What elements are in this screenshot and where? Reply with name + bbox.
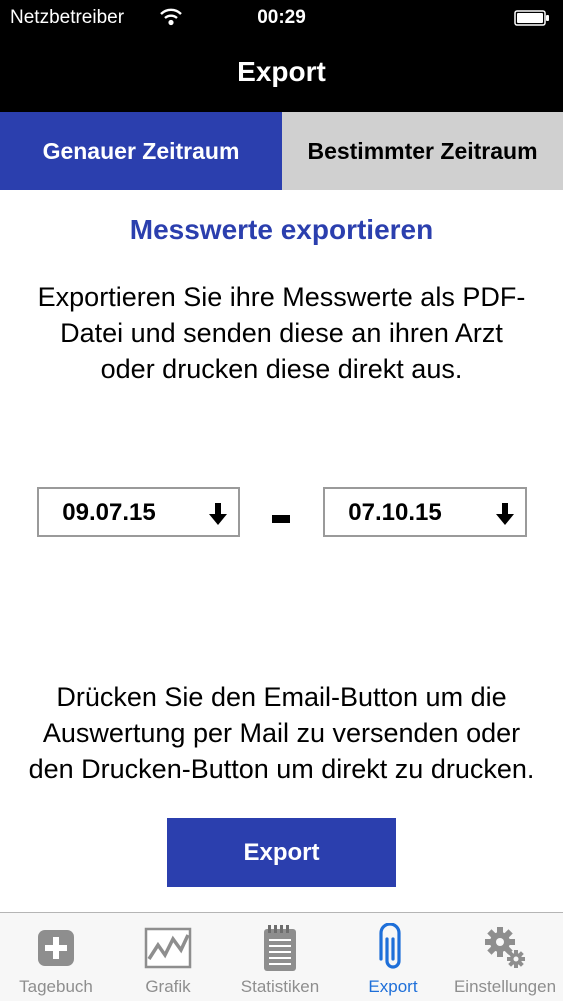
arrow-down-icon [209,503,227,525]
date-to-value: 07.10.15 [348,499,442,526]
export-button[interactable]: Export [167,818,396,887]
intro-text: Exportieren Sie ihre Messwerte als PDF-D… [37,282,526,384]
line-chart-icon [144,927,192,969]
tab-label: Tagebuch [19,977,93,996]
period-segmented-control: Genauer Zeitraum Bestimmter Zeitraum [0,112,563,190]
plus-square-icon [38,930,74,966]
date-from-picker[interactable]: 09.07.15 [37,487,240,537]
date-to-picker[interactable]: 07.10.15 [323,487,527,537]
tab-label: Einstellungen [453,977,557,996]
gears-icon [485,927,525,968]
section-heading: Messwerte exportieren [129,214,434,245]
tab-grafik[interactable]: Grafik [112,913,224,1001]
tab-label: Grafik [145,977,191,996]
paperclip-icon [379,923,401,969]
tab-bar: Tagebuch Grafik Statistiken Export Einst… [0,912,563,1001]
tab-label: Statistiken [240,977,320,996]
date-range-separator [272,515,290,523]
segment-specific-period[interactable]: Bestimmter Zeitraum [282,112,563,190]
tab-label: Export [368,977,418,996]
tab-export[interactable]: Export [337,913,449,1001]
arrow-down-icon [496,503,514,525]
tab-statistiken[interactable]: Statistiken [224,913,336,1001]
page-title: Export [237,56,326,87]
nav-bar: Export [0,36,563,112]
notepad-icon [264,925,296,971]
date-from-value: 09.07.15 [62,499,156,526]
hint-text: Drücken Sie den Email-Button um die Ausw… [28,682,535,784]
tab-einstellungen[interactable]: Einstellungen [449,913,561,1001]
battery-icon [514,10,549,26]
segment-exact-period[interactable]: Genauer Zeitraum [0,112,282,190]
tab-tagebuch[interactable]: Tagebuch [0,913,112,1001]
status-bar: Netzbetreiber 00:29 [0,0,563,36]
clock: 00:29 [257,7,306,28]
